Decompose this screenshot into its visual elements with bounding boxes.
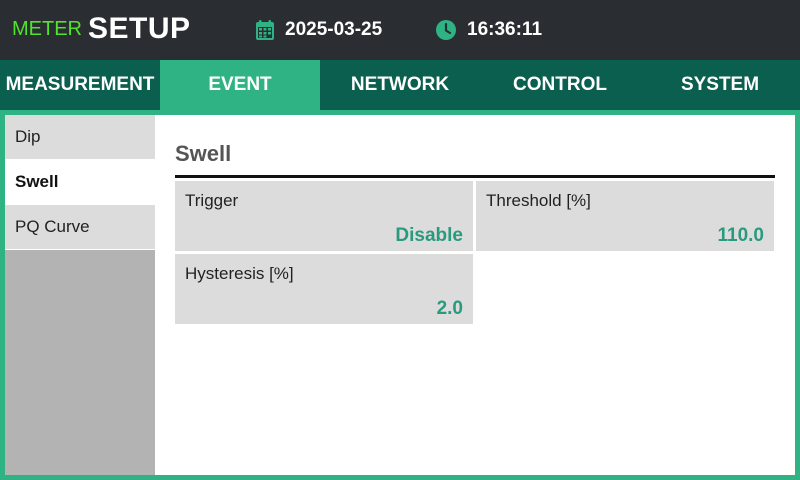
- sidebar-item-dip[interactable]: Dip: [5, 115, 155, 160]
- sidebar-item-pq-curve[interactable]: PQ Curve: [5, 205, 155, 250]
- date-text: 2025-03-25: [285, 19, 383, 40]
- threshold-label: Threshold [%]: [486, 191, 591, 210]
- threshold-field[interactable]: Threshold [%] 110.0: [476, 181, 774, 251]
- tab-system[interactable]: SYSTEM: [640, 60, 800, 110]
- date-display: 2025-03-25: [256, 18, 382, 42]
- hysteresis-value: 2.0: [436, 298, 463, 319]
- sidebar: Dip Swell PQ Curve: [5, 115, 155, 475]
- brand-meter-label: METER: [12, 18, 82, 40]
- time-text: 16:36:11: [467, 19, 543, 40]
- meter-setup-screen: METER SETUP 2025-03-25 16:36:11 MEASUREM…: [0, 0, 800, 480]
- trigger-field[interactable]: Trigger Disable: [175, 181, 473, 251]
- trigger-value: Disable: [395, 225, 463, 246]
- tab-network[interactable]: NETWORK: [320, 60, 480, 110]
- tab-bar: MEASUREMENT EVENT NETWORK CONTROL SYSTEM: [0, 60, 800, 110]
- sidebar-item-swell[interactable]: Swell: [5, 160, 155, 205]
- tab-control[interactable]: CONTROL: [480, 60, 640, 110]
- header-bar: METER SETUP 2025-03-25 16:36:11: [0, 0, 800, 60]
- hysteresis-field[interactable]: Hysteresis [%] 2.0: [175, 254, 473, 324]
- clock-icon: [436, 20, 456, 40]
- threshold-value: 110.0: [717, 225, 765, 246]
- main-panel: Swell Trigger Disable Threshold [%] 110.…: [155, 115, 795, 475]
- hysteresis-label: Hysteresis [%]: [185, 264, 294, 283]
- section-divider: [175, 175, 775, 178]
- tab-measurement[interactable]: MEASUREMENT: [0, 60, 160, 110]
- time-display: 16:36:11: [436, 18, 542, 42]
- calendar-icon: [256, 20, 274, 40]
- trigger-label: Trigger: [185, 191, 239, 210]
- tab-event[interactable]: EVENT: [160, 60, 320, 110]
- section-title: Swell: [175, 141, 232, 166]
- brand-setup-title: SETUP: [88, 12, 191, 45]
